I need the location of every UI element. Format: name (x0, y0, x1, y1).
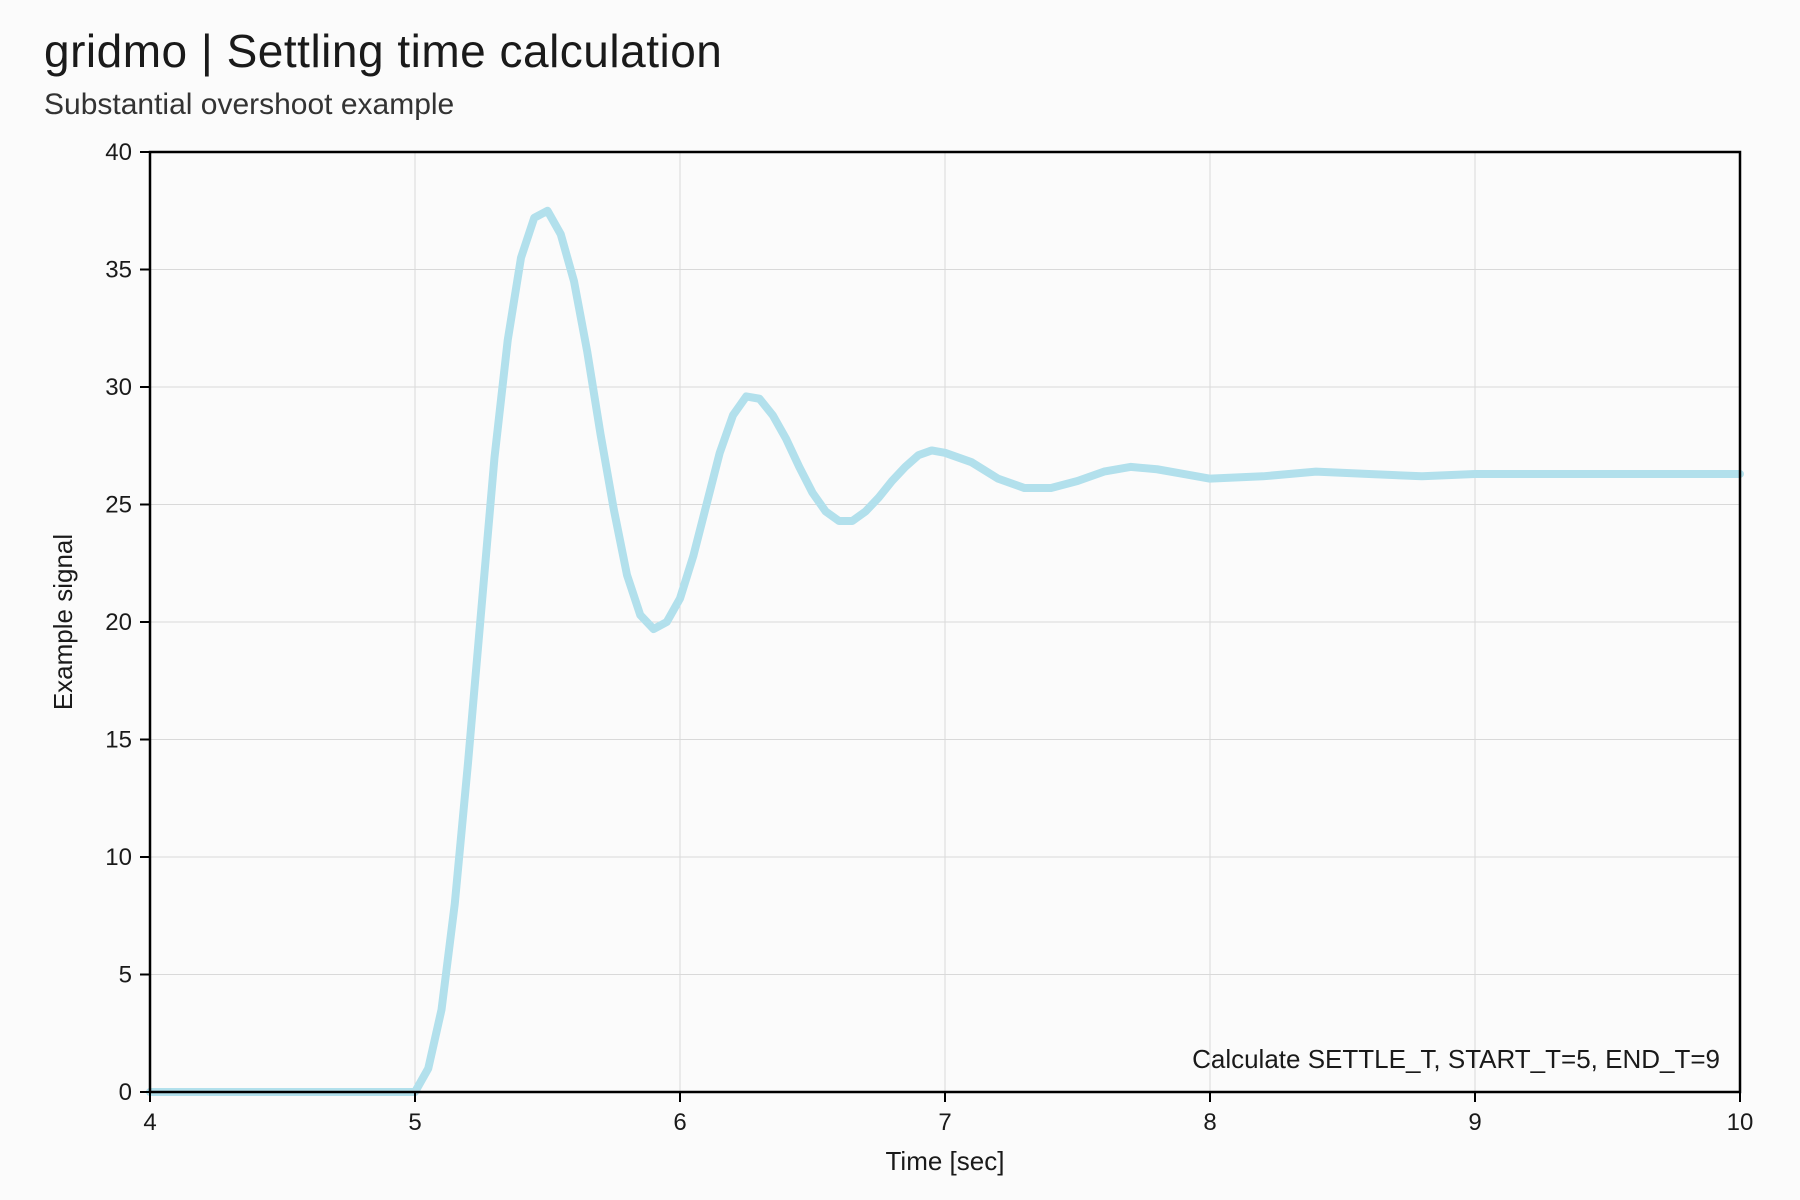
y-tick-label: 25 (105, 492, 132, 519)
y-axis-label: Example signal (48, 534, 78, 710)
x-tick-label: 9 (1468, 1109, 1481, 1136)
x-tick-label: 10 (1727, 1109, 1754, 1136)
page-title: gridmo | Settling time calculation (44, 24, 1760, 78)
y-tick-label: 30 (105, 374, 132, 401)
page: gridmo | Settling time calculation Subst… (0, 0, 1800, 1200)
x-tick-label: 6 (673, 1109, 686, 1136)
x-tick-label: 4 (143, 1109, 156, 1136)
chart-container: 4 5 6 7 8 9 10 0 5 10 15 20 25 30 35 40 Time [sec] Exampl… (40, 142, 1760, 1182)
y-tick-label: 5 (119, 962, 132, 989)
y-tick-label: 40 (105, 142, 132, 166)
y-tick-label: 10 (105, 844, 132, 871)
y-tick-label: 0 (119, 1079, 132, 1106)
x-tick-label: 8 (1203, 1109, 1216, 1136)
y-tick-label: 20 (105, 609, 132, 636)
y-tick-label: 15 (105, 727, 132, 754)
x-tick-label: 7 (938, 1109, 951, 1136)
line-chart: 4 5 6 7 8 9 10 0 5 10 15 20 25 30 35 40 Time [sec] Exampl… (40, 142, 1760, 1182)
page-subtitle: Substantial overshoot example (44, 88, 1760, 122)
chart-annotation: Calculate SETTLE_T, START_T=5, END_T=9 (1192, 1044, 1720, 1074)
y-tick-label: 35 (105, 257, 132, 284)
x-axis-label: Time [sec] (886, 1146, 1005, 1176)
x-tick-label: 5 (408, 1109, 421, 1136)
